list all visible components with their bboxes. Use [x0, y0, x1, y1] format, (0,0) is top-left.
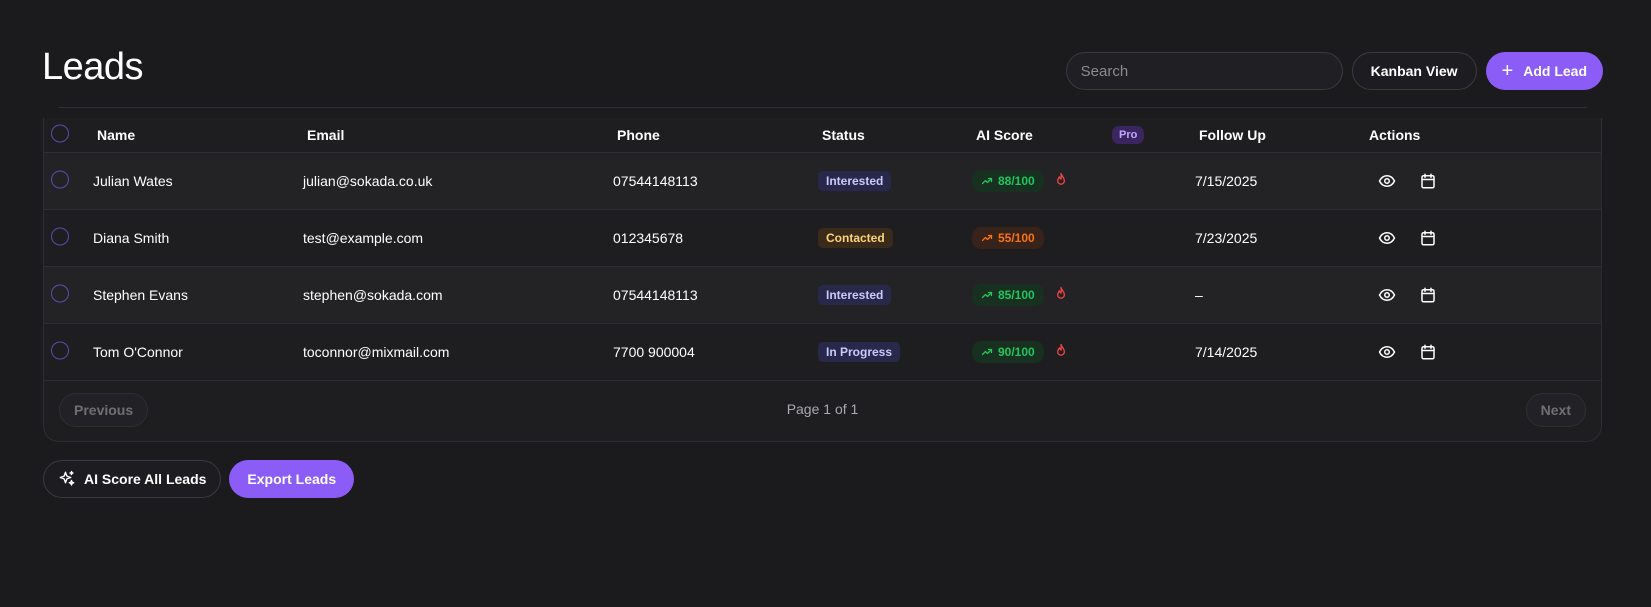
lead-email: stephen@sokada.com — [303, 287, 443, 303]
ai-score-value: 85/100 — [998, 288, 1035, 302]
lead-email: julian@sokada.co.uk — [303, 173, 433, 189]
table-row[interactable]: Stephen Evans stephen@sokada.com 0754414… — [44, 267, 1601, 324]
header-ai-score[interactable]: AI Score — [976, 127, 1033, 143]
lead-phone: 7700 900004 — [613, 344, 695, 360]
calendar-icon[interactable] — [1418, 342, 1438, 362]
ai-score-badge: 85/100 — [972, 284, 1044, 306]
calendar-icon[interactable] — [1418, 228, 1438, 248]
leads-page: Leads Kanban View + Add Lead Name Email … — [0, 0, 1651, 607]
add-lead-label: Add Lead — [1523, 63, 1587, 79]
table-row[interactable]: Tom O'Connor toconnor@mixmail.com 7700 9… — [44, 324, 1601, 381]
header-phone[interactable]: Phone — [617, 127, 660, 143]
status-badge: Interested — [818, 285, 892, 305]
ai-score-badge: 55/100 — [972, 227, 1044, 249]
status-badge: Contacted — [818, 228, 893, 248]
ai-score-badge: 90/100 — [972, 341, 1044, 363]
add-lead-button[interactable]: + Add Lead — [1485, 52, 1603, 90]
ai-score-badge: 88/100 — [972, 170, 1044, 192]
header-actions: Actions — [1369, 127, 1421, 143]
plus-icon: + — [1501, 60, 1514, 82]
lead-email: test@example.com — [303, 230, 424, 246]
page-indicator: Page 1 of 1 — [786, 401, 859, 417]
header-email[interactable]: Email — [307, 127, 344, 143]
header-status[interactable]: Status — [822, 127, 865, 143]
ai-score-all-button[interactable]: AI Score All Leads — [43, 460, 222, 498]
sparkles-icon — [59, 470, 75, 486]
select-all-checkbox[interactable] — [51, 124, 69, 146]
eye-icon[interactable] — [1377, 228, 1397, 248]
footer-actions: AI Score All Leads Export Leads — [43, 460, 355, 498]
trend-up-icon — [981, 346, 993, 358]
status-badge: In Progress — [818, 342, 901, 362]
flame-icon — [1053, 286, 1069, 305]
eye-icon[interactable] — [1377, 171, 1397, 191]
lead-phone: 07544148113 — [613, 173, 698, 189]
follow-up-date: 7/14/2025 — [1195, 344, 1258, 360]
trend-up-icon — [981, 175, 993, 187]
lead-phone: 07544148113 — [613, 287, 698, 303]
trend-up-icon — [981, 289, 993, 301]
kanban-view-button[interactable]: Kanban View — [1351, 52, 1477, 90]
table-body: Julian Wates julian@sokada.co.uk 0754414… — [44, 153, 1601, 381]
lead-name[interactable]: Diana Smith — [93, 230, 169, 246]
lead-name[interactable]: Stephen Evans — [93, 287, 188, 303]
lead-name[interactable]: Tom O'Connor — [93, 344, 183, 360]
leads-table: Name Email Phone Status AI Score Pro Fol… — [43, 118, 1602, 442]
row-checkbox[interactable] — [51, 170, 69, 192]
header-name[interactable]: Name — [97, 127, 135, 143]
ai-score-value: 90/100 — [998, 345, 1035, 359]
next-button[interactable]: Next — [1525, 393, 1586, 427]
lead-phone: 012345678 — [613, 230, 684, 246]
flame-icon — [1053, 343, 1069, 362]
calendar-icon[interactable] — [1418, 171, 1438, 191]
trend-up-icon — [981, 232, 993, 244]
row-checkbox[interactable] — [51, 341, 69, 363]
table-header: Name Email Phone Status AI Score Pro Fol… — [44, 118, 1601, 153]
header-follow-up[interactable]: Follow Up — [1199, 127, 1266, 143]
pagination: Previous Page 1 of 1 Next — [44, 381, 1601, 439]
table-row[interactable]: Julian Wates julian@sokada.co.uk 0754414… — [44, 153, 1601, 210]
follow-up-date: – — [1195, 287, 1203, 303]
header-divider — [58, 107, 1587, 108]
lead-email: toconnor@mixmail.com — [303, 344, 450, 360]
page-title: Leads — [42, 46, 144, 88]
toolbar: Kanban View + Add Lead — [1065, 52, 1603, 90]
status-badge: Interested — [818, 171, 892, 191]
table-row[interactable]: Diana Smith test@example.com 012345678 C… — [44, 210, 1601, 267]
lead-name[interactable]: Julian Wates — [93, 173, 173, 189]
row-checkbox[interactable] — [51, 284, 69, 306]
search-input[interactable] — [1065, 52, 1343, 90]
eye-icon[interactable] — [1377, 285, 1397, 305]
row-checkbox[interactable] — [51, 227, 69, 249]
eye-icon[interactable] — [1377, 342, 1397, 362]
ai-score-all-label: AI Score All Leads — [84, 471, 207, 487]
flame-icon — [1053, 172, 1069, 191]
export-leads-button[interactable]: Export Leads — [229, 460, 355, 498]
ai-score-value: 55/100 — [998, 231, 1035, 245]
ai-score-value: 88/100 — [998, 174, 1035, 188]
calendar-icon[interactable] — [1418, 285, 1438, 305]
follow-up-date: 7/15/2025 — [1195, 173, 1258, 189]
follow-up-date: 7/23/2025 — [1195, 230, 1258, 246]
pro-badge: Pro — [1112, 126, 1145, 144]
